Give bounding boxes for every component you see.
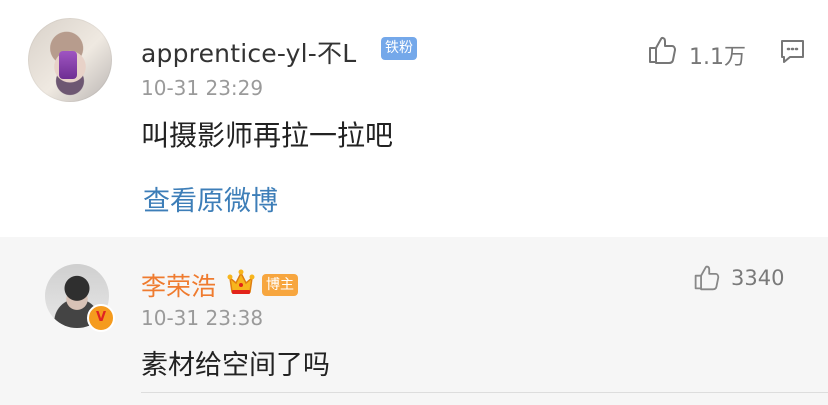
avatar[interactable]	[28, 18, 112, 102]
comment-card	[0, 0, 828, 237]
fan-badge: 铁粉	[381, 37, 417, 60]
like-count: 3340	[731, 266, 785, 290]
crown-icon	[226, 268, 256, 296]
phone-photo-detail	[59, 51, 77, 79]
username[interactable]: 李荣浩	[141, 267, 216, 303]
like-count: 1.1万	[689, 45, 746, 70]
thumbs-up-icon[interactable]	[692, 263, 721, 292]
divider	[141, 392, 828, 393]
comment-more-icon[interactable]	[779, 38, 806, 65]
verified-badge-icon: V	[87, 304, 115, 332]
timestamp: 10-31 23:38	[141, 306, 264, 330]
view-original-link[interactable]: 查看原微博	[143, 179, 278, 218]
thumbs-up-icon[interactable]	[646, 34, 678, 66]
username[interactable]: apprentice-yl-不L	[141, 34, 356, 70]
comment-text: 叫摄影师再拉一拉吧	[141, 119, 394, 152]
comment-thread: apprentice-yl-不L 铁粉 10-31 23:29 叫摄影师再拉一拉…	[0, 0, 828, 405]
comment-text: 素材给空间了吗	[141, 350, 330, 381]
timestamp: 10-31 23:29	[141, 76, 264, 100]
host-badge: 博主	[262, 274, 298, 296]
